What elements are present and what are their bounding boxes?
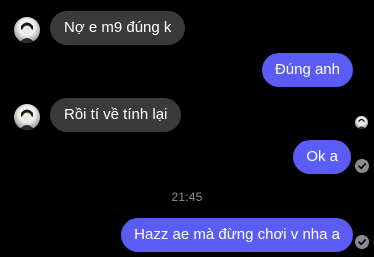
sender-avatar[interactable]: [14, 104, 40, 130]
check-circle-icon: [358, 163, 366, 170]
message-text: Rồi tí về tính lại: [64, 106, 168, 123]
sent-status: [355, 159, 369, 173]
message-text: Nợ e m9 đúng k: [64, 19, 172, 36]
message-text: Ok a: [306, 148, 338, 165]
message-bubble-outgoing[interactable]: Ok a: [293, 140, 351, 174]
message-bubble-outgoing[interactable]: Đúng anh: [261, 53, 353, 87]
timestamp: 21:45: [171, 190, 203, 204]
message-bubble-incoming[interactable]: Nợ e m9 đúng k: [50, 11, 186, 45]
sender-avatar[interactable]: [14, 17, 40, 43]
seen-indicator: [355, 116, 368, 129]
avatar-icon: [19, 22, 35, 43]
seen-avatar-icon: [357, 118, 366, 129]
sent-status: [355, 235, 369, 249]
message-bubble-outgoing[interactable]: Hazz ae mà đừng chơi v nha a: [121, 218, 353, 252]
message-bubble-incoming[interactable]: Rồi tí về tính lại: [50, 98, 182, 132]
message-text: Hazz ae mà đừng chơi v nha a: [134, 226, 340, 243]
check-circle-icon: [358, 239, 366, 246]
avatar-icon: [19, 109, 35, 130]
message-text: Đúng anh: [274, 61, 340, 78]
